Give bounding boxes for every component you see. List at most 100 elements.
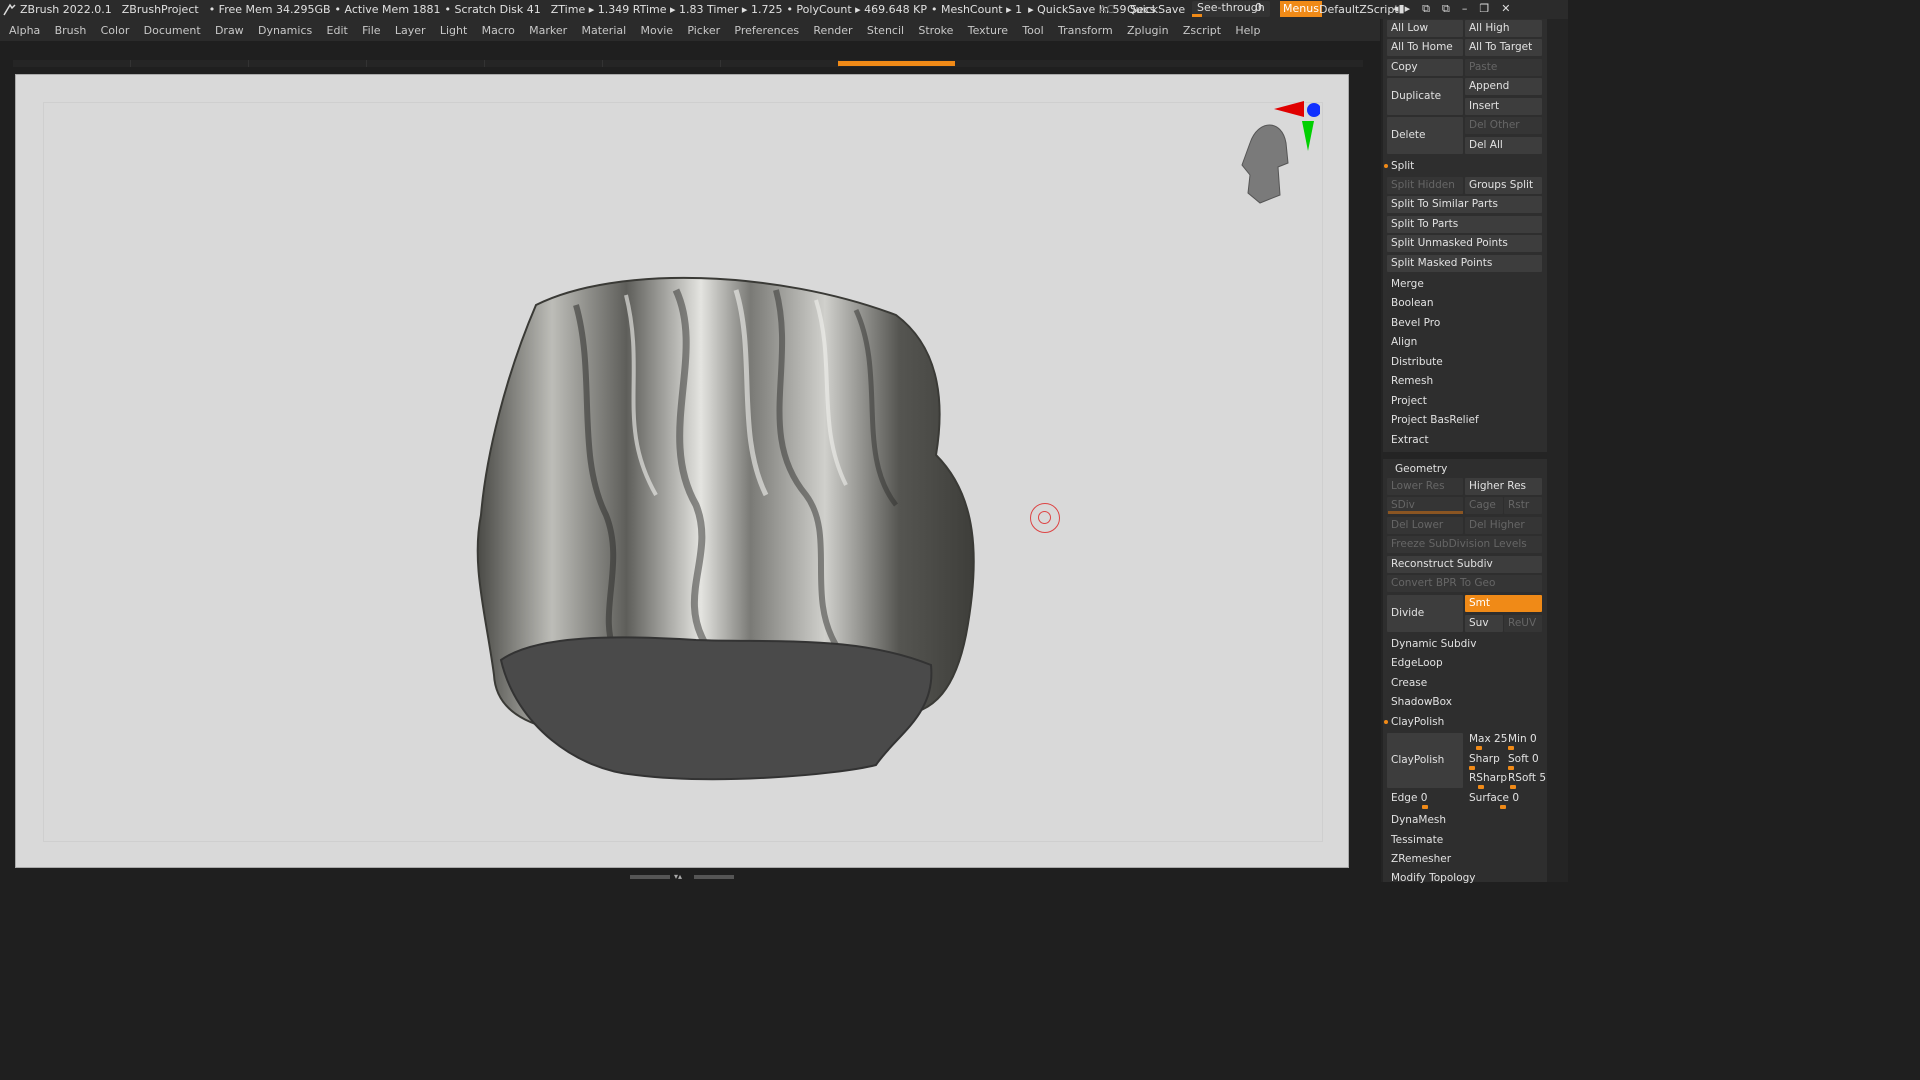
tab-seg[interactable]: [485, 60, 603, 67]
all-high-button[interactable]: All High: [1465, 20, 1542, 37]
all-to-target-button[interactable]: All To Target: [1465, 39, 1542, 56]
soft-slider-knob[interactable]: [1508, 766, 1514, 770]
insert-button[interactable]: Insert: [1465, 98, 1542, 115]
groups-split-button[interactable]: Groups Split: [1465, 177, 1542, 194]
min-slider-knob[interactable]: [1508, 746, 1514, 750]
restore-icon[interactable]: ❐: [1479, 2, 1489, 16]
edgeloop-item[interactable]: EdgeLoop: [1391, 657, 1443, 669]
edge-slider[interactable]: Edge 0: [1391, 792, 1427, 804]
del-all-button[interactable]: Del All: [1465, 137, 1542, 154]
soft-slider[interactable]: Soft 0: [1508, 753, 1539, 765]
menus-button[interactable]: Menus: [1280, 1, 1322, 17]
menu-stroke[interactable]: Stroke: [918, 24, 953, 37]
menu-texture[interactable]: Texture: [968, 24, 1008, 37]
zbrush-logo-icon[interactable]: [2, 2, 18, 18]
split-unmasked-button[interactable]: Split Unmasked Points: [1387, 235, 1542, 252]
menu-movie[interactable]: Movie: [640, 24, 673, 37]
dynamesh-item[interactable]: DynaMesh: [1391, 814, 1446, 826]
tab-seg[interactable]: [13, 60, 131, 67]
surface-slider[interactable]: Surface 0: [1469, 792, 1519, 804]
lower-res-button[interactable]: Lower Res: [1387, 478, 1463, 495]
zremesher-item[interactable]: ZRemesher: [1391, 853, 1451, 865]
layout-icon[interactable]: ◂▮▸: [1393, 2, 1410, 16]
menu-layer[interactable]: Layer: [395, 24, 426, 37]
bottom-tray-toggle[interactable]: ▾▴: [630, 873, 734, 881]
dynamic-subdiv-item[interactable]: Dynamic Subdiv: [1391, 638, 1476, 650]
menu-material[interactable]: Material: [582, 24, 627, 37]
tab-seg[interactable]: [131, 60, 249, 67]
crease-item[interactable]: Crease: [1391, 677, 1427, 689]
append-button[interactable]: Append: [1465, 78, 1542, 95]
close-icon[interactable]: ✕: [1501, 2, 1510, 16]
sharp-slider[interactable]: Sharp: [1469, 753, 1500, 765]
higher-res-button[interactable]: Higher Res: [1465, 478, 1542, 495]
menu-tool[interactable]: Tool: [1022, 24, 1043, 37]
tab-seg[interactable]: [249, 60, 367, 67]
claypolish-header[interactable]: ClayPolish: [1384, 716, 1444, 728]
menu-document[interactable]: Document: [144, 24, 201, 37]
duplicate-button[interactable]: Duplicate: [1387, 78, 1463, 115]
del-other-button[interactable]: Del Other: [1465, 117, 1542, 134]
freeze-subdiv-button[interactable]: Freeze SubDivision Levels: [1387, 536, 1542, 553]
claypolish-button[interactable]: ClayPolish: [1387, 733, 1463, 788]
split-hidden-button[interactable]: Split Hidden: [1387, 177, 1463, 194]
paste-button[interactable]: Paste: [1465, 59, 1542, 76]
tab-seg[interactable]: [603, 60, 721, 67]
split-masked-button[interactable]: Split Masked Points: [1387, 255, 1542, 272]
menu-zplugin[interactable]: Zplugin: [1127, 24, 1169, 37]
default-zscript-button[interactable]: DefaultZScript: [1319, 3, 1399, 16]
rsharp-slider[interactable]: RSharp: [1469, 772, 1507, 784]
axis-gizmo-icon[interactable]: [1230, 95, 1320, 215]
max-slider-knob[interactable]: [1476, 746, 1482, 750]
menu-macro[interactable]: Macro: [482, 24, 515, 37]
convert-bpr-button[interactable]: Convert BPR To Geo: [1387, 575, 1542, 592]
menu-transform[interactable]: Transform: [1058, 24, 1113, 37]
split-similar-button[interactable]: Split To Similar Parts: [1387, 196, 1542, 213]
reconstruct-subdiv-button[interactable]: Reconstruct Subdiv: [1387, 556, 1542, 573]
del-higher-button[interactable]: Del Higher: [1465, 517, 1542, 534]
shadowbox-item[interactable]: ShadowBox: [1391, 696, 1452, 708]
menu-alpha[interactable]: Alpha: [9, 24, 40, 37]
ac-button[interactable]: AC: [1099, 3, 1114, 16]
menu-dynamics[interactable]: Dynamics: [258, 24, 312, 37]
smt-toggle[interactable]: Smt: [1465, 595, 1542, 612]
tab-seg[interactable]: [367, 60, 485, 67]
menu-edit[interactable]: Edit: [327, 24, 348, 37]
tab-seg[interactable]: [721, 60, 839, 67]
cage-button[interactable]: Cage: [1465, 497, 1503, 514]
modify-topology-item[interactable]: Modify Topology: [1391, 872, 1476, 884]
rsoft-slider[interactable]: RSoft 5: [1508, 772, 1546, 784]
tessimate-item[interactable]: Tessimate: [1391, 834, 1443, 846]
menu-picker[interactable]: Picker: [687, 24, 720, 37]
menu-brush[interactable]: Brush: [55, 24, 87, 37]
split-header[interactable]: Split: [1384, 160, 1414, 172]
canvas-viewport[interactable]: [15, 74, 1349, 868]
geometry-header[interactable]: Geometry: [1395, 463, 1447, 475]
tab-active[interactable]: [838, 61, 955, 66]
merge-item[interactable]: Merge: [1391, 278, 1424, 290]
rsoft-slider-knob[interactable]: [1510, 785, 1516, 789]
quicksave-button[interactable]: QuickSave: [1127, 3, 1185, 16]
split-parts-button[interactable]: Split To Parts: [1387, 216, 1542, 233]
window-config-icon[interactable]: ⧉: [1442, 2, 1450, 16]
bevel-pro-item[interactable]: Bevel Pro: [1391, 317, 1440, 329]
rsharp-slider-knob[interactable]: [1478, 785, 1484, 789]
menu-draw[interactable]: Draw: [215, 24, 244, 37]
align-item[interactable]: Align: [1391, 336, 1417, 348]
max-slider[interactable]: Max 25: [1469, 733, 1507, 745]
project-basrelief-item[interactable]: Project BasRelief: [1391, 414, 1479, 426]
min-slider[interactable]: Min 0: [1508, 733, 1537, 745]
copy-button[interactable]: Copy: [1387, 59, 1463, 76]
remesh-item[interactable]: Remesh: [1391, 375, 1433, 387]
all-low-button[interactable]: All Low: [1387, 20, 1463, 37]
window-swap-icon[interactable]: ⧉: [1422, 2, 1430, 16]
minimize-icon[interactable]: –: [1462, 2, 1468, 16]
menu-color[interactable]: Color: [101, 24, 130, 37]
all-to-home-button[interactable]: All To Home: [1387, 39, 1463, 56]
rstr-button[interactable]: Rstr: [1504, 497, 1542, 514]
reuv-toggle[interactable]: ReUV: [1504, 615, 1542, 632]
extract-item[interactable]: Extract: [1391, 434, 1429, 446]
surface-slider-knob[interactable]: [1500, 805, 1506, 809]
seethrough-slider[interactable]: See-through 0: [1192, 1, 1270, 17]
sharp-slider-knob[interactable]: [1469, 766, 1475, 770]
